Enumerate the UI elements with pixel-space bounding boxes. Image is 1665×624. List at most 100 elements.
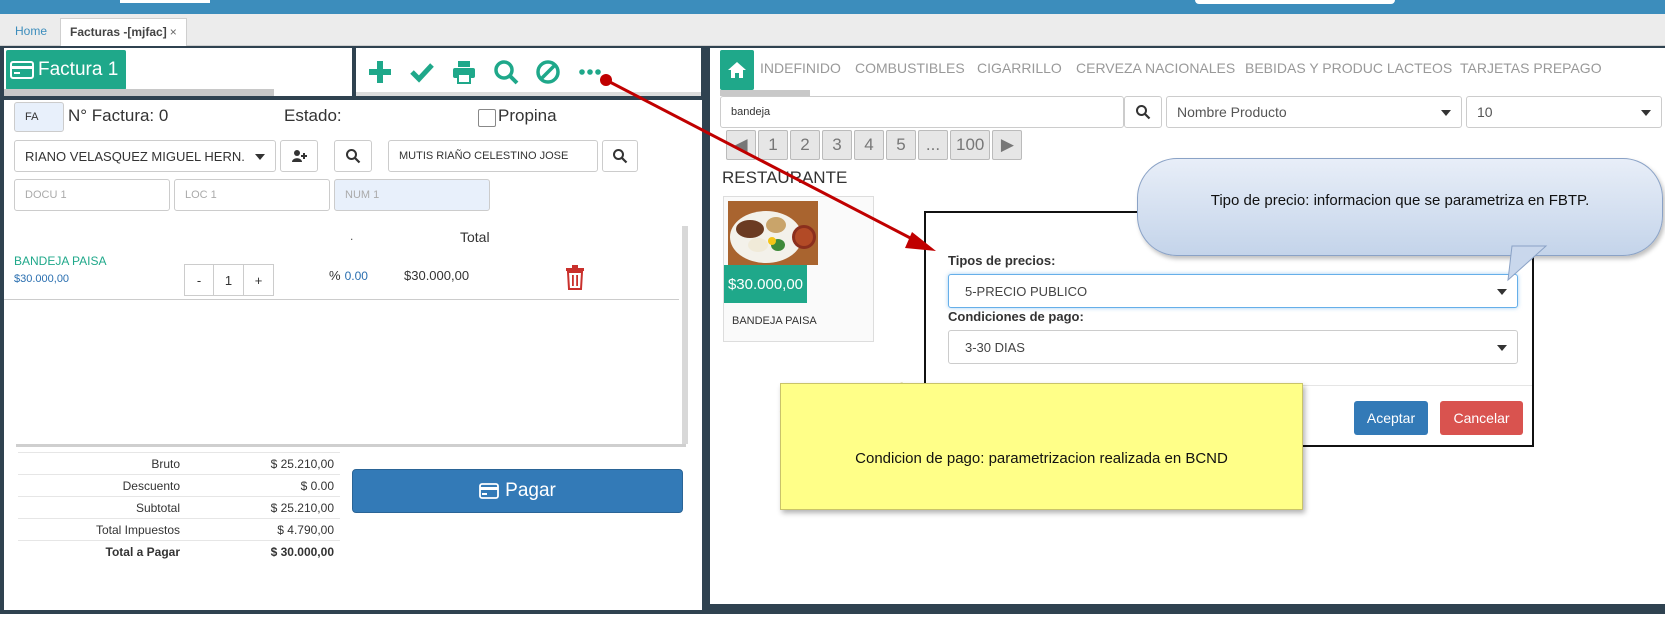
search-icon[interactable] [490,56,522,88]
invoice-header: Factura 1 [4,48,352,96]
pagination-page-2[interactable]: 2 [790,130,820,160]
product-price-tag[interactable]: $30.000,00 [724,265,807,303]
chevron-down-icon [1497,289,1507,295]
invoice-title-badge: Factura 1 [6,50,127,90]
top-search-input[interactable] [1195,0,1395,4]
callout-note [780,383,1303,510]
totals-value: $ 25.210,00 [270,500,334,515]
pagination-page-100[interactable]: 100 [950,130,991,160]
category-tab-combustibles[interactable]: COMBUSTIBLES [855,60,965,76]
page-size-select[interactable]: 10 [1466,96,1662,128]
tab-facturas-label: Facturas -[mjfac] [70,25,167,39]
pagination-page-3[interactable]: 3 [822,130,852,160]
tab-facturas[interactable]: Facturas -[mjfac] × [60,18,187,46]
callout-note-text: Condicion de pago: parametrizacion reali… [855,450,1228,467]
client-select[interactable]: RIANO VELASQUEZ MIGUEL HERN. [14,140,276,172]
totals-label: Descuento [122,478,180,493]
items-list: . Total BANDEJA PAISA $30.000,00 - 1 + %… [4,226,688,444]
totals-value: $ 25.210,00 [270,456,334,471]
client-search-button[interactable] [334,140,372,172]
category-tab-cigarrillo[interactable]: CIGARRILLO [977,60,1062,76]
totals-row-subtotal: Subtotal $ 25.210,00 [18,496,340,518]
product-image [728,201,818,265]
status-label: Estado: [284,106,342,125]
add-client-button[interactable] [280,140,318,172]
client-value: RIANO VELASQUEZ MIGUEL HERN. [25,148,245,164]
totals-label: Total a Pagar [105,544,180,559]
chevron-down-icon [1441,110,1451,116]
product-card[interactable]: $30.000,00 BANDEJA PAISA [723,196,874,342]
totals-label: Total Impuestos [95,522,180,537]
totals-table: Bruto $ 25.210,00 Descuento $ 0.00 Subtota… [18,452,340,562]
cancel-circle-icon[interactable] [532,56,564,88]
price-type-select[interactable]: 5-PRECIO PUBLICO [948,274,1518,308]
header-scrollbar[interactable] [4,89,274,96]
percent-label: % [329,268,341,283]
tab-strip: Home Facturas -[mjfac] × [0,14,1665,46]
accept-button[interactable]: Aceptar [1354,401,1428,435]
product-search-button[interactable] [1124,96,1162,128]
product-search-input[interactable]: bandeja [720,96,1124,128]
seller-search-button[interactable] [602,140,638,172]
top-app-bar [0,0,1665,14]
invoice-body: FA N° Factura: 0 Estado: Propina RIANO V… [4,100,702,610]
more-icon[interactable] [574,56,606,88]
pagination-next[interactable]: ▶ [992,130,1023,160]
price-type-label: Tipos de precios: [948,253,1056,268]
discount-percent[interactable]: % 0.00 [329,268,368,283]
tab-close-icon[interactable]: × [170,25,177,39]
tip-checkbox[interactable] [478,109,496,127]
check-icon[interactable] [406,56,438,88]
totals-row-total: Total a Pagar $ 30.000,00 [18,540,340,562]
chevron-down-icon [1641,110,1651,116]
quantity-decrement-button[interactable]: - [184,264,214,296]
search-icon [346,149,361,164]
category-tab-cerveza[interactable]: CERVEZA NACIONALES [1076,60,1235,76]
trash-icon[interactable] [564,264,586,290]
seller-field[interactable]: MUTIS RIAÑO CELESTINO JOSE [388,140,598,172]
credit-card-icon [10,61,34,79]
tab-home[interactable]: Home [6,18,56,46]
category-tab-tarjetas[interactable]: TARJETAS PREPAGO [1460,60,1602,76]
invoice-type-field[interactable]: FA [14,102,64,132]
totals-value: $ 30.000,00 [270,544,334,559]
pagination-page-5[interactable]: 5 [886,130,916,160]
quantity-stepper: - 1 + [184,264,274,296]
callout-bubble-text: Tipo de precio: informacion que se param… [1210,192,1590,209]
item-name: BANDEJA PAISA [14,254,107,268]
search-filter-value: Nombre Producto [1177,104,1287,120]
invoice-toolbar [356,48,701,96]
totals-row-descuento: Descuento $ 0.00 [18,474,340,496]
section-title: RESTAURANTE [722,168,848,187]
tip-label: Propina [498,106,557,125]
cancel-button[interactable]: Cancelar [1440,401,1523,435]
pagination-page-1[interactable]: 1 [758,130,788,160]
totals-row-bruto: Bruto $ 25.210,00 [18,452,340,474]
category-tab-indefinido[interactable]: INDEFINIDO [760,60,841,76]
items-bottom-scrollbar[interactable] [16,444,686,447]
loc-field[interactable]: LOC 1 [174,179,330,211]
add-icon[interactable] [364,56,396,88]
print-icon[interactable] [448,56,480,88]
quantity-input[interactable]: 1 [214,264,244,296]
totals-label: Bruto [151,456,180,471]
totals-value: $ 4.790,00 [277,522,334,537]
num-field[interactable]: NUM 1 [334,179,490,211]
category-tab-bebidas[interactable]: BEBIDAS Y PRODUC LACTEOS [1245,60,1452,76]
search-filter-select[interactable]: Nombre Producto [1166,96,1462,128]
invoice-panel: Factura 1 FA N° Factura: 0 Estado: Propi… [0,46,706,614]
invoice-number-label: N° Factura: 0 [68,106,169,125]
pagination-page-4[interactable]: 4 [854,130,884,160]
doc-field[interactable]: DOCU 1 [14,179,170,211]
item-price: $30.000,00 [14,273,70,285]
item-total: $30.000,00 [404,268,470,283]
payment-conditions-select[interactable]: 3-30 DIAS [948,330,1518,364]
toolbar-scrollbar [356,92,701,96]
add-user-icon [292,150,307,162]
quantity-increment-button[interactable]: + [244,264,274,296]
pagination: ◀ 1 2 3 4 5 ... 100 ▶ [726,130,1023,160]
page-size-value: 10 [1477,104,1493,120]
home-button[interactable] [720,50,754,90]
pagination-prev[interactable]: ◀ [726,130,756,160]
pay-button[interactable]: Pagar [352,469,683,513]
